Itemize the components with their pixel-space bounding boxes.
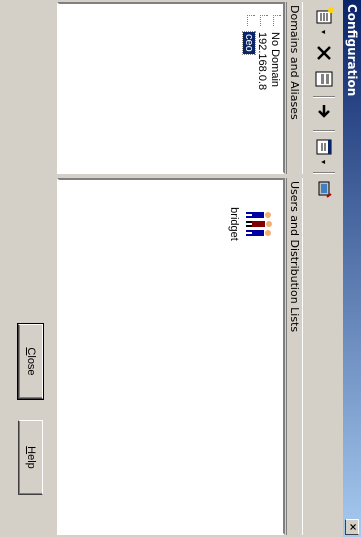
users-list[interactable]: bridget xyxy=(57,178,285,535)
toolbar-separator xyxy=(313,96,335,98)
new-dropdown-arrow-icon[interactable]: ▾ xyxy=(319,30,328,34)
tree-item-label-selected: ceo xyxy=(242,30,256,56)
new-item-button[interactable] xyxy=(313,6,335,28)
tree-item-label: 192.168.0.8 xyxy=(256,32,268,91)
view-icon xyxy=(316,139,332,155)
tree-item[interactable]: No Domain xyxy=(268,6,281,90)
help-button-label: elp xyxy=(25,454,37,469)
move-icon xyxy=(318,105,330,118)
help-button-accelerator: H xyxy=(25,446,37,455)
dialog-footer: Close Help xyxy=(0,0,53,537)
delete-icon xyxy=(317,46,331,60)
users-group-icon xyxy=(246,212,272,236)
toolbar: ▾ ▾ xyxy=(307,0,343,537)
view-button[interactable] xyxy=(313,136,335,158)
properties-button[interactable] xyxy=(313,68,335,90)
tree-guide xyxy=(273,15,281,26)
domains-tree-list: No Domain 192.168.0.8 ceo xyxy=(242,6,281,90)
toolbar-separator xyxy=(313,130,335,132)
properties-icon xyxy=(315,71,333,87)
delete-button[interactable] xyxy=(313,42,335,64)
move-button[interactable] xyxy=(313,102,335,124)
toolbar-separator xyxy=(313,172,335,174)
configuration-dialog: Configuration × ▾ ▾ Domains and Aliases … xyxy=(0,0,361,537)
tree-guide xyxy=(247,15,255,26)
domains-tree[interactable]: No Domain 192.168.0.8 ceo xyxy=(57,2,285,174)
connect-icon xyxy=(318,181,332,198)
tree-item[interactable]: 192.168.0.8 xyxy=(255,6,268,90)
view-dropdown-arrow-icon[interactable]: ▾ xyxy=(319,160,328,164)
tree-item[interactable]: ceo xyxy=(242,6,256,90)
domains-pane-header: Domains and Aliases xyxy=(286,2,303,174)
close-button[interactable]: Close xyxy=(17,321,44,402)
help-button[interactable]: Help xyxy=(18,420,43,495)
close-button-label: lose xyxy=(25,355,37,376)
list-item-label: bridget xyxy=(228,207,240,241)
tree-item-label: No Domain xyxy=(269,32,281,88)
list-item[interactable]: bridget xyxy=(228,196,273,252)
window-title: Configuration xyxy=(345,4,359,97)
new-icon xyxy=(316,7,334,24)
tree-guide xyxy=(260,15,268,26)
users-pane-header: Users and Distribution Lists xyxy=(286,178,303,535)
title-bar[interactable]: Configuration × xyxy=(343,0,361,537)
connect-button[interactable] xyxy=(313,178,335,200)
close-window-icon[interactable]: × xyxy=(345,519,359,535)
